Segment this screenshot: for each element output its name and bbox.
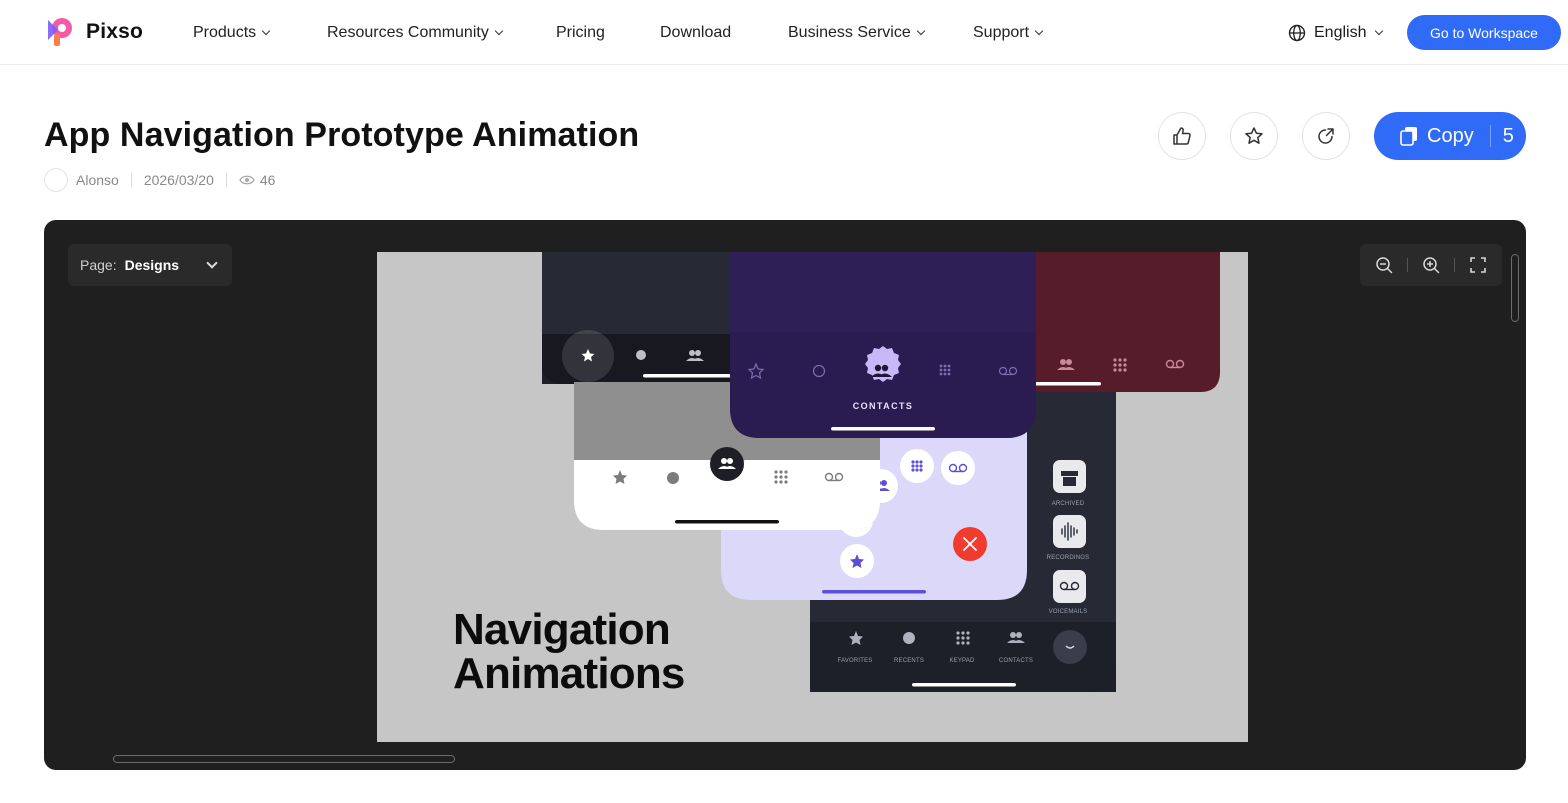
share-icon <box>1318 128 1334 144</box>
contacts-tab-label: CONTACTS <box>852 401 914 411</box>
go-to-workspace-button[interactable]: Go to Workspace <box>1407 15 1561 50</box>
chevron-down-icon <box>1034 26 1044 35</box>
vertical-scrollbar[interactable] <box>1511 254 1519 322</box>
zoom-out-icon[interactable] <box>1375 256 1393 274</box>
horizontal-scrollbar[interactable] <box>113 755 455 763</box>
zoom-in-icon[interactable] <box>1422 256 1440 274</box>
nav-resources-label: Resources Community <box>327 23 489 41</box>
share-button[interactable] <box>1302 112 1350 160</box>
nav-support-label: Support <box>973 23 1030 41</box>
design-artboard: ARCHIVED RECORDINGS VOICEMAILS FAVORITES… <box>377 252 1248 742</box>
nav-products-label: Products <box>193 23 257 41</box>
zoom-toolbar <box>1360 244 1502 286</box>
maroon-phone-mockup <box>1019 252 1220 392</box>
publish-date: 2026/03/20 <box>143 172 214 188</box>
nav-resources-community[interactable]: Resources Community <box>327 0 504 65</box>
headline-line-2: Animations <box>453 649 685 698</box>
copy-button[interactable]: Copy 5 <box>1374 112 1526 160</box>
pixso-logo[interactable]: Pixso <box>44 16 143 48</box>
side-label-archived: ARCHIVED <box>1051 501 1085 507</box>
divider <box>225 173 227 187</box>
nav-pricing[interactable]: Pricing <box>556 0 605 65</box>
author-avatar[interactable] <box>44 168 68 192</box>
nav-products[interactable]: Products <box>193 0 271 65</box>
nav-support[interactable]: Support <box>973 0 1044 65</box>
nav-download[interactable]: Download <box>660 0 731 65</box>
page-title: App Navigation Prototype Animation <box>44 116 640 154</box>
canvas-viewer[interactable]: Page: Designs ARCHIVED RECORDINGS VOICEM… <box>44 220 1526 770</box>
copy-label: Copy <box>1427 124 1474 147</box>
nav-download-label: Download <box>660 23 732 41</box>
side-label-recordings: RECORDINGS <box>1046 555 1090 561</box>
eye-icon <box>239 175 255 185</box>
chevron-down-icon <box>206 257 218 269</box>
star-icon <box>1245 127 1263 144</box>
page-selector-label: Page: <box>80 257 117 273</box>
file-meta: Alonso 2026/03/20 46 <box>44 168 275 192</box>
author-name[interactable]: Alonso <box>76 172 119 188</box>
divider <box>1407 258 1408 272</box>
globe-icon <box>1288 24 1306 41</box>
tab-label-recents: RECENTS <box>893 658 925 664</box>
page-selector[interactable]: Page: Designs <box>68 244 232 286</box>
chevron-down-icon <box>261 26 271 35</box>
chevron-down-icon <box>916 26 925 35</box>
favorite-button[interactable] <box>1230 112 1278 160</box>
top-navigation-bar: Pixso Products Resources Community Prici… <box>0 0 1568 65</box>
language-label: English <box>1314 23 1367 41</box>
headline-line-1: Navigation <box>453 605 671 654</box>
tab-label-contacts: CONTACTS <box>998 658 1034 664</box>
view-count: 46 <box>259 172 276 188</box>
chevron-down-icon <box>494 26 504 35</box>
fullscreen-icon[interactable] <box>1469 256 1487 274</box>
tab-label-favorites: FAVORITES <box>837 658 873 664</box>
divider <box>130 173 132 187</box>
divider <box>1454 258 1455 272</box>
tab-label-keypad: KEYPAD <box>949 658 975 664</box>
thumbs-up-icon <box>1173 127 1191 145</box>
chevron-down-icon <box>1375 26 1384 35</box>
page-selector-value: Designs <box>124 257 180 273</box>
divider <box>1489 125 1491 147</box>
language-selector[interactable]: English <box>1288 0 1384 65</box>
copy-count: 5 <box>1502 124 1514 147</box>
artwork-headline: Navigation Animations <box>453 608 685 696</box>
copy-icon <box>1400 127 1417 146</box>
nav-business-label: Business Service <box>788 23 911 41</box>
like-button[interactable] <box>1158 112 1206 160</box>
side-label-voicemails: VOICEMAILS <box>1048 609 1088 615</box>
nav-business-service[interactable]: Business Service <box>788 0 925 65</box>
nav-pricing-label: Pricing <box>556 23 605 41</box>
pixso-logo-icon <box>48 18 72 46</box>
brand-name: Pixso <box>86 20 144 43</box>
